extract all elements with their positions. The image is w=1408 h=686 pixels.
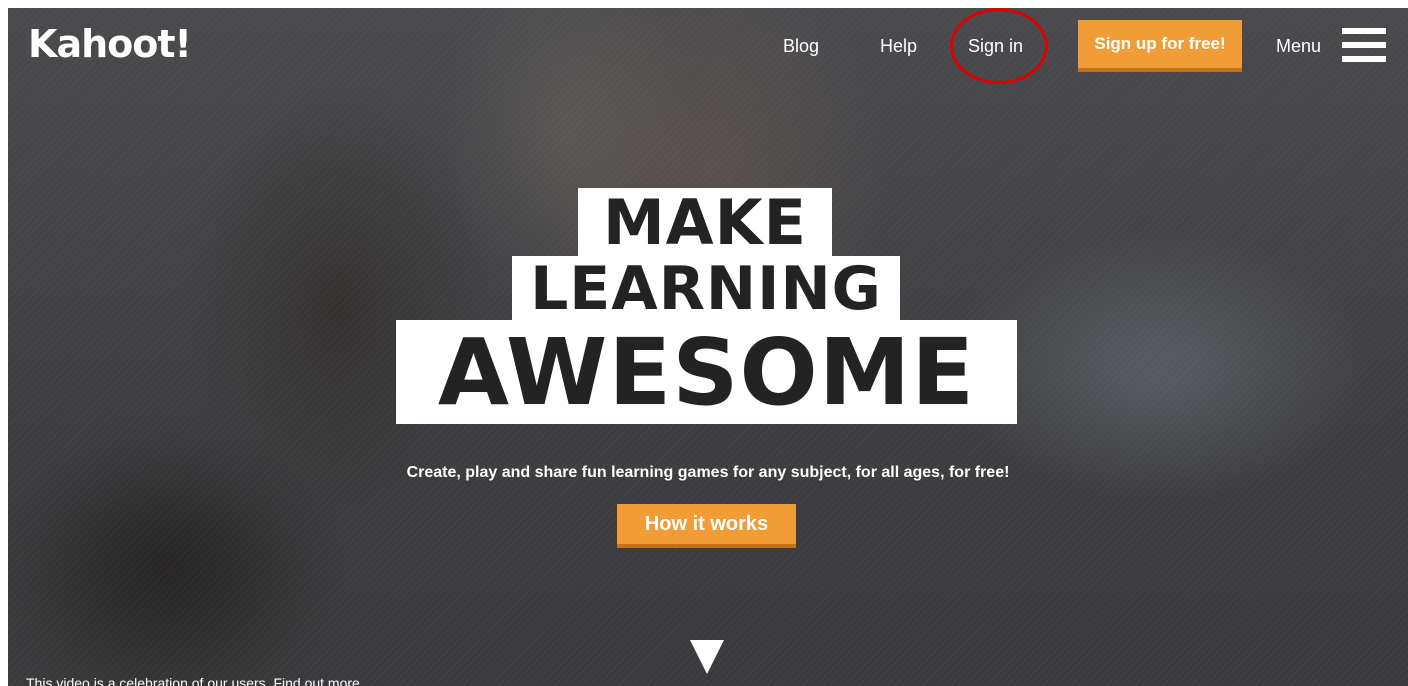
how-it-works-button[interactable]: How it works xyxy=(617,504,796,548)
menu-label[interactable]: Menu xyxy=(1276,36,1321,57)
hero-title-line-make: MAKE xyxy=(578,186,832,259)
hero-tagline: Create, play and share fun learning game… xyxy=(406,464,1010,481)
nav-link-help[interactable]: Help xyxy=(880,36,917,57)
video-caption-link[interactable]: This video is a celebration of our users… xyxy=(26,675,360,686)
nav-link-blog[interactable]: Blog xyxy=(783,36,819,57)
hero-background: Kahoot! Blog Help Sign in Sign up for fr… xyxy=(8,8,1408,686)
hamburger-menu-icon[interactable] xyxy=(1342,28,1386,62)
top-navigation: Kahoot! Blog Help Sign in Sign up for fr… xyxy=(8,8,1408,88)
kahoot-logo[interactable]: Kahoot! xyxy=(28,22,192,66)
hero-title-line-awesome: AWESOME xyxy=(396,319,1017,426)
sign-in-highlight-annotation xyxy=(950,8,1048,84)
sign-up-button[interactable]: Sign up for free! xyxy=(1078,20,1242,72)
hero-title-line-learning: LEARNING xyxy=(512,254,900,324)
scroll-down-arrow-icon[interactable] xyxy=(690,640,724,674)
